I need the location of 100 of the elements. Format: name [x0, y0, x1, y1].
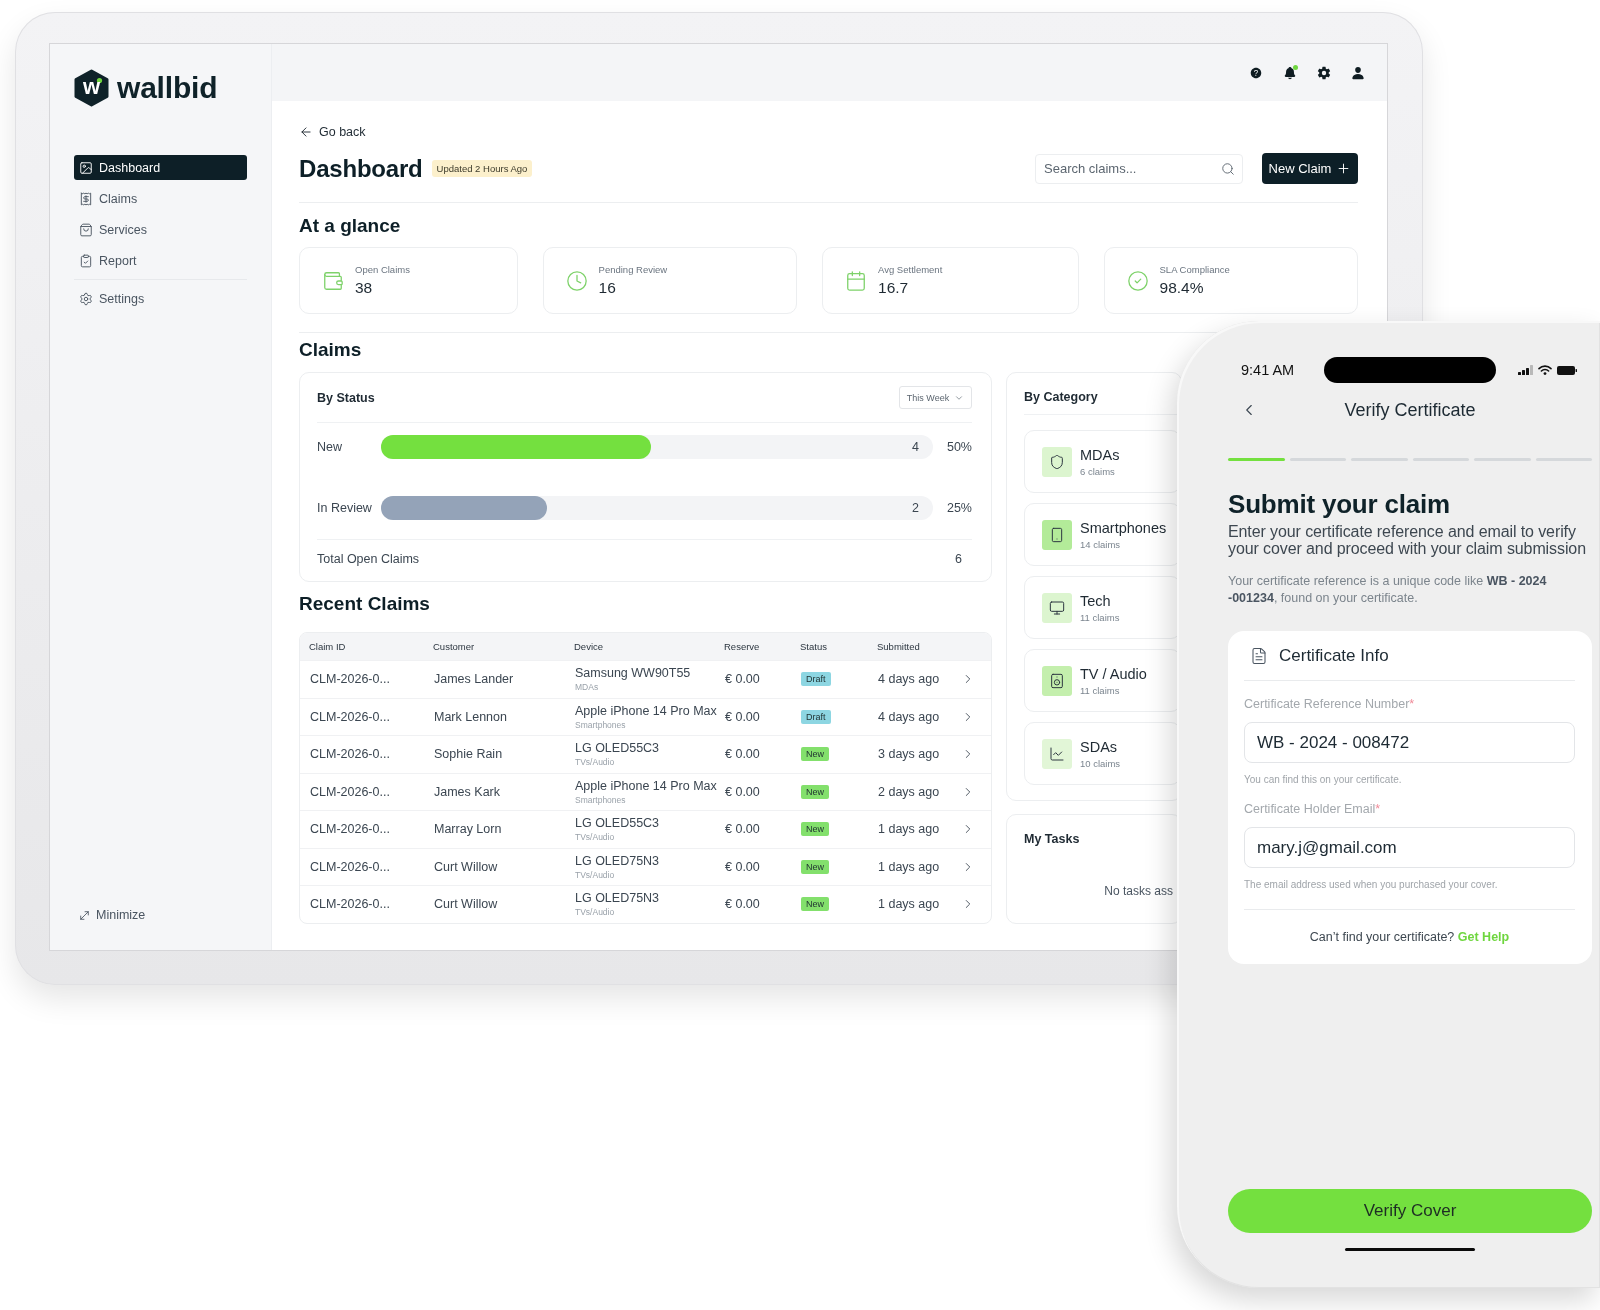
hint-text: Your certificate reference is a unique code like WB - 2024 -001234, found on your certificate.	[1228, 573, 1548, 607]
device-name: LG OLED75N3	[575, 891, 661, 906]
category-count: 6 claims	[1080, 465, 1116, 477]
field-help: The email address used when you purchased your cover.	[1244, 878, 1498, 891]
category-name: SDAs	[1080, 738, 1119, 755]
customer-name: Mark Lennon	[434, 709, 508, 724]
form-heading: Submit your claim	[1228, 489, 1451, 519]
device-category: Smartphones	[575, 719, 627, 730]
receipt-icon	[79, 191, 93, 206]
logo-mark: w	[74, 69, 109, 107]
submitted-time: 1 days ago	[878, 897, 941, 912]
bell-icon[interactable]	[1283, 65, 1297, 80]
nav-item[interactable]: Settings	[74, 286, 247, 311]
field-label: Certificate Holder Email	[1244, 801, 1376, 817]
settings-icon[interactable]	[1317, 65, 1331, 80]
category-count: 11 claims	[1080, 611, 1120, 623]
field-label: Certificate Reference Number	[1244, 696, 1410, 712]
check-circle-icon	[1126, 269, 1149, 292]
device-category: TVs/Audio	[575, 869, 616, 880]
required-mark: *	[1375, 801, 1381, 817]
stat-value: 16	[598, 279, 617, 297]
claim-id: CLM-2026-0...	[310, 709, 391, 724]
nav-item[interactable]: Claims	[74, 186, 247, 211]
column-header: Status	[800, 641, 828, 652]
minimize-button[interactable]: Minimize	[74, 908, 150, 922]
stat-label: Pending Review	[598, 264, 668, 275]
search-field[interactable]: Search claims...	[1035, 153, 1243, 184]
column-header: Submitted	[877, 641, 921, 652]
wifi-icon	[1538, 365, 1552, 375]
customer-name: James Kark	[434, 784, 501, 799]
status-badge: Draft	[801, 709, 831, 724]
column-header: Claim ID	[309, 641, 347, 652]
status-badge: New	[801, 822, 829, 837]
category-name: Smartphones	[1080, 519, 1167, 536]
category-count: 11 claims	[1080, 684, 1121, 696]
category-name: TV / Audio	[1080, 665, 1147, 682]
claim-id: CLM-2026-0...	[310, 897, 391, 912]
device-name: LG OLED55C3	[575, 741, 661, 756]
column-header: Reserve	[724, 641, 761, 652]
stat-label: SLA Compliance	[1159, 264, 1230, 275]
claim-id: CLM-2026-0...	[310, 672, 391, 687]
input-field[interactable]: WB - 2024 - 008472	[1244, 722, 1575, 763]
submitted-time: 1 days ago	[878, 822, 941, 837]
stat-label: Avg Settlement	[878, 264, 943, 275]
status-percent: 50%	[945, 440, 972, 454]
status-time: 9:41 AM	[1240, 362, 1295, 378]
plus-icon	[1336, 161, 1352, 176]
status-badge: New	[801, 859, 829, 874]
section-title: Claims	[299, 339, 362, 361]
go-back-link[interactable]: Go back	[299, 125, 366, 139]
verify-cover-button[interactable]: Verify Cover	[1228, 1189, 1592, 1233]
customer-name: Curt Willow	[434, 897, 499, 912]
claim-id: CLM-2026-0...	[310, 747, 391, 762]
card-title: By Category	[1024, 389, 1098, 404]
section-title: Recent Claims	[299, 593, 430, 615]
period-dropdown[interactable]: This Week	[899, 386, 972, 409]
customer-name: James Lander	[434, 672, 515, 687]
device-name: Apple iPhone 14 Pro Max	[575, 778, 718, 793]
new-claim-button[interactable]: New Claim	[1262, 153, 1358, 184]
customer-name: Sophie Rain	[434, 747, 504, 762]
status-label: In Review	[317, 501, 373, 515]
status-label: New	[317, 440, 343, 454]
submitted-time: 2 days ago	[878, 784, 941, 799]
reserve-amount: € 0.00	[725, 822, 761, 837]
reserve-amount: € 0.00	[725, 859, 761, 874]
claim-id: CLM-2026-0...	[310, 822, 391, 837]
device-category: TVs/Audio	[575, 757, 616, 768]
card-title: My Tasks	[1024, 832, 1080, 846]
device-name: LG OLED75N3	[575, 853, 661, 868]
stat-value: 16.7	[878, 279, 910, 297]
user-icon[interactable]	[1351, 65, 1365, 80]
category-count: 14 claims	[1080, 538, 1122, 550]
device-category: TVs/Audio	[575, 907, 616, 918]
nav-item[interactable]: Report	[74, 248, 247, 273]
submitted-time: 3 days ago	[878, 747, 941, 762]
submitted-time: 4 days ago	[878, 709, 941, 724]
category-name: MDAs	[1080, 446, 1120, 463]
page-title: Dashboard	[299, 154, 423, 183]
device-category: MDAs	[575, 682, 600, 693]
submitted-time: 4 days ago	[878, 672, 941, 687]
logo-wordmark: wallbid	[117, 73, 218, 103]
status-percent: 25%	[945, 501, 972, 515]
help-icon[interactable]	[1249, 65, 1263, 80]
input-field[interactable]: mary.j@gmail.com	[1244, 827, 1575, 868]
nav-item[interactable]: Services	[74, 217, 247, 242]
reserve-amount: € 0.00	[725, 784, 761, 799]
updated-badge: Updated 2 Hours Ago	[431, 160, 533, 177]
battery-icon	[1557, 365, 1577, 375]
nav-item[interactable]: Dashboard	[74, 155, 247, 180]
field-help: You can find this on your certificate.	[1244, 773, 1402, 786]
settings-icon	[79, 291, 93, 306]
status-badge: New	[801, 747, 829, 762]
reserve-amount: € 0.00	[725, 747, 761, 762]
submitted-time: 1 days ago	[878, 859, 941, 874]
clipboard-check-icon	[79, 253, 93, 268]
total-value: 6	[955, 551, 962, 566]
signal-icon	[1518, 365, 1533, 375]
category-name: Tech	[1080, 592, 1112, 609]
reserve-amount: € 0.00	[725, 672, 761, 687]
required-mark: *	[1409, 696, 1415, 712]
